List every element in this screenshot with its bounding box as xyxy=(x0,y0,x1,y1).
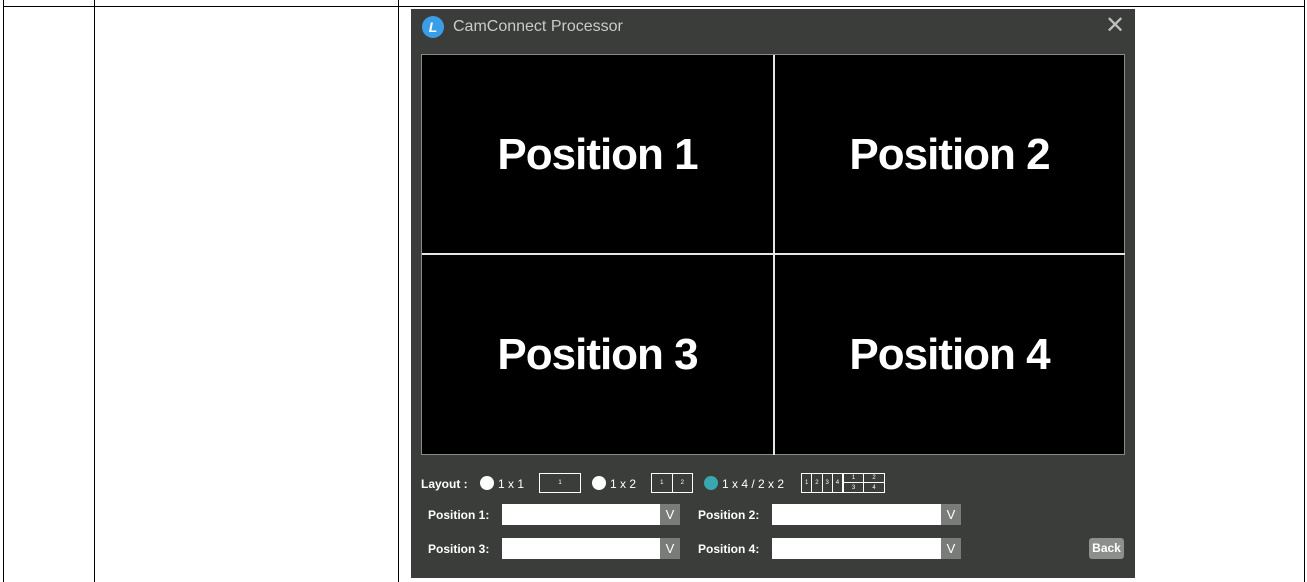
layout-icon-cell: 2 xyxy=(680,480,684,486)
video-pane-1[interactable]: Position 1 xyxy=(422,55,773,254)
grid-divider-horizontal xyxy=(422,253,1125,255)
position-4-label: Position 4: xyxy=(698,542,760,556)
layout-icon-cell: 4 xyxy=(872,484,876,491)
layout-icon-cell: 4 xyxy=(835,480,840,486)
layout-radio-1x2[interactable] xyxy=(592,476,606,490)
layout-icon-cell: 2 xyxy=(864,474,884,483)
position-2-select[interactable]: V xyxy=(772,504,961,525)
table-border-col2 xyxy=(398,0,399,582)
position-1-label: Position 1: xyxy=(428,508,490,522)
layout-option-label-1x4-2x2: 1 x 4 / 2 x 2 xyxy=(722,477,785,491)
table-border-left xyxy=(3,0,4,582)
video-pane-4[interactable]: Position 4 xyxy=(774,255,1125,454)
layout-1x1-icon[interactable]: 1 xyxy=(539,473,581,493)
layout-icon-cell: 3 xyxy=(844,483,864,492)
chevron-down-icon[interactable]: V xyxy=(660,504,680,525)
back-button[interactable]: Back xyxy=(1089,538,1124,559)
layout-option-label-1x2: 1 x 2 xyxy=(610,477,637,491)
layout-1x2-icon[interactable]: 1 2 xyxy=(651,473,693,493)
table-border-top xyxy=(3,6,1305,7)
chevron-down-icon[interactable]: V xyxy=(941,504,961,525)
position-3-label: Position 3: xyxy=(428,542,490,556)
grid-divider-vertical xyxy=(773,55,775,455)
layout-selector: Layout : 1 x 1 1 1 x 2 1 2 1 x 4 / 2 x 2… xyxy=(421,473,1121,495)
chevron-down-icon[interactable]: V xyxy=(660,538,680,559)
position-1-select[interactable]: V xyxy=(502,504,680,525)
layout-icon-cell: 1 xyxy=(802,474,813,492)
table-border-col1 xyxy=(94,0,95,582)
title-bar: L CamConnect Processor ✕ xyxy=(411,9,1135,45)
chevron-down-icon[interactable]: V xyxy=(941,538,961,559)
app-logo-icon: L xyxy=(422,16,444,38)
window-title: CamConnect Processor xyxy=(453,18,623,35)
table-border-right xyxy=(1304,0,1305,582)
layout-2x2-icon[interactable]: 1 2 3 4 xyxy=(843,473,885,493)
layout-radio-1x4-2x2[interactable] xyxy=(704,476,718,490)
close-icon[interactable]: ✕ xyxy=(1103,14,1127,38)
layout-icon-cell: 1 xyxy=(558,480,562,486)
layout-label: Layout : xyxy=(421,477,468,491)
layout-icon-cell: 3 xyxy=(823,474,833,492)
video-pane-2[interactable]: Position 2 xyxy=(774,55,1125,254)
layout-icon-cell: 1 xyxy=(652,474,673,492)
position-3-select[interactable]: V xyxy=(502,538,680,559)
layout-icon-cell: 2 xyxy=(812,474,823,492)
layout-radio-1x1[interactable] xyxy=(480,476,494,490)
layout-icon-cell: 1 xyxy=(844,474,864,483)
video-pane-3[interactable]: Position 3 xyxy=(422,255,773,454)
layout-1x4-icon[interactable]: 1 2 3 4 xyxy=(801,473,843,493)
position-2-label: Position 2: xyxy=(698,508,760,522)
video-grid: Position 1 Position 2 Position 3 Positio… xyxy=(421,54,1125,455)
layout-option-label-1x1: 1 x 1 xyxy=(498,477,525,491)
position-4-select[interactable]: V xyxy=(772,538,961,559)
camconnect-window: L CamConnect Processor ✕ Position 1 Posi… xyxy=(411,9,1135,578)
